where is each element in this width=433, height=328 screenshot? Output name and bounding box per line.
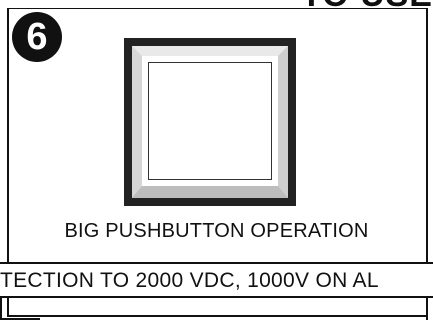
- number-badge-label: 6: [26, 16, 48, 58]
- pushbutton-face: [148, 62, 272, 180]
- banner-text: TECTION TO 2000 VDC, 1000V ON AL: [0, 269, 379, 292]
- pushbutton-bevel: [132, 46, 288, 198]
- corner-mark-bottom: [0, 318, 40, 320]
- number-badge: 6: [12, 12, 62, 62]
- caption: BIG PUSHBUTTON OPERATION: [64, 220, 369, 242]
- banner: TECTION TO 2000 VDC, 1000V ON AL: [0, 262, 433, 298]
- corner-mark-left: [0, 298, 2, 320]
- corner-mark-right: [426, 298, 428, 320]
- big-pushbutton[interactable]: [124, 38, 296, 206]
